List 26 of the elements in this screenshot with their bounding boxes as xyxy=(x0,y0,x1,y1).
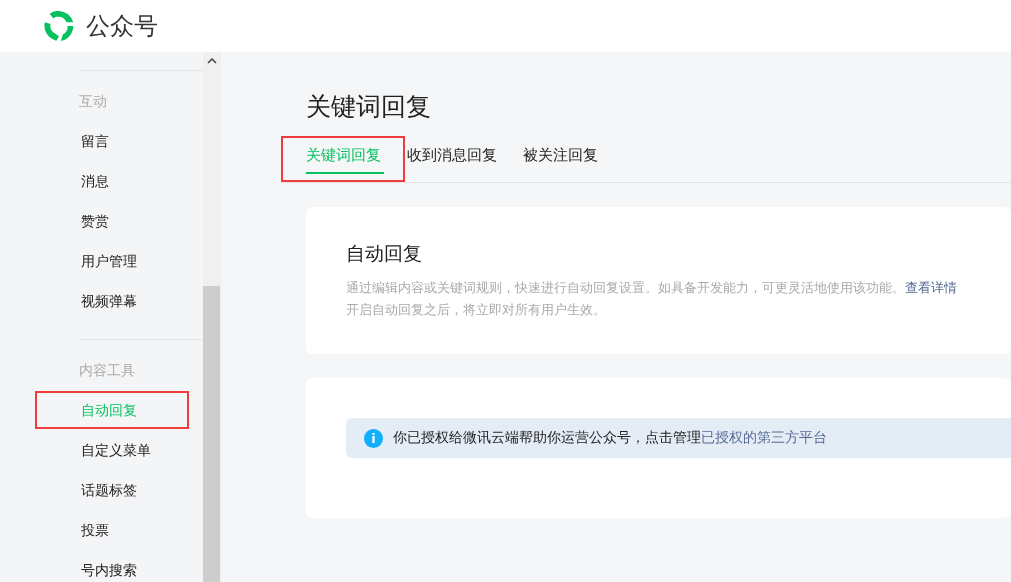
scrollbar[interactable] xyxy=(203,52,220,582)
sidebar-item[interactable]: 留言 xyxy=(35,122,111,160)
note-text: 开启自动回复之后，将立即对所有用户生效。 xyxy=(346,301,607,319)
sidebar-item[interactable]: 号内搜索 xyxy=(35,551,139,582)
brand-name: 公众号 xyxy=(86,11,158,42)
sidebar-item[interactable]: 投票 xyxy=(35,511,111,549)
card-title: 自动回复 xyxy=(346,241,423,266)
sidebar-item[interactable]: 视频弹幕 xyxy=(35,282,139,320)
notice-text: 你已授权给微讯云端帮助你运营公众号，点击管理已授权的第三方平台 xyxy=(393,429,827,447)
info-icon: i xyxy=(364,428,383,448)
sidebar-item[interactable]: 用户管理 xyxy=(35,242,139,280)
description-text: 通过编辑内容或关键词规则，快速进行自动回复设置。如具备开发能力，可更灵活地使用该功能。查看详情 xyxy=(346,279,958,297)
sidebar-item[interactable]: 消息 xyxy=(35,162,111,200)
scroll-up-icon[interactable] xyxy=(206,58,217,64)
sidebar-item[interactable]: 赞赏 xyxy=(35,202,111,240)
tab[interactable]: 收到消息回复 xyxy=(405,136,521,182)
sidebar-item[interactable]: 自定义菜单 xyxy=(35,431,153,469)
third-party-link[interactable]: 已授权的第三方平台 xyxy=(701,429,827,445)
page-title: 关键词回复 xyxy=(306,91,432,123)
sidebar-group-title: 互动 xyxy=(79,92,108,111)
tab[interactable]: 被关注回复 xyxy=(521,136,622,182)
sidebar-group-title: 内容工具 xyxy=(79,361,136,380)
logo-icon xyxy=(42,9,76,43)
sidebar-item[interactable]: 话题标签 xyxy=(35,471,139,509)
details-link[interactable]: 查看详情 xyxy=(905,280,957,295)
scrollbar-thumb[interactable] xyxy=(203,286,220,582)
